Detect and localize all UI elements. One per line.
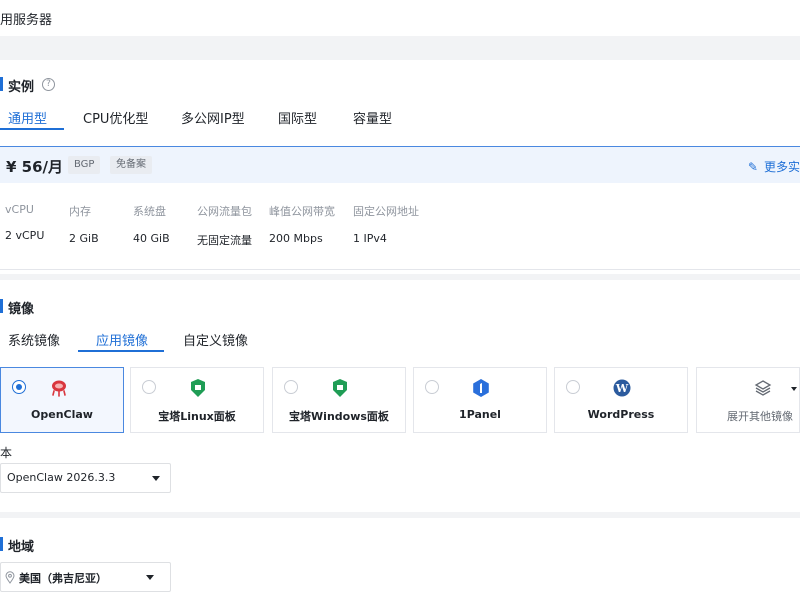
question-circle-icon[interactable]: ? — [42, 78, 55, 91]
spec-label: 系统盘 — [133, 205, 166, 218]
location-pin-icon — [5, 571, 15, 584]
image-section-title: 镜像 — [0, 298, 34, 317]
top-bar: 用服务器 — [0, 0, 800, 36]
spec-value: 40 GiB — [133, 232, 170, 245]
plan-price: ¥ 56/月 — [6, 158, 64, 176]
radio-unselected[interactable] — [284, 380, 298, 394]
image-option-1panel[interactable]: 1Panel — [413, 367, 547, 433]
region-section-title: 地域 — [0, 536, 34, 555]
tab-system-image[interactable]: 系统镜像 — [8, 330, 60, 349]
image-option-name: 宝塔Linux面板 — [158, 410, 236, 423]
instance-section-title: 实例 — [0, 76, 34, 95]
baota-icon — [191, 379, 205, 397]
image-option-name: 宝塔Windows面板 — [289, 410, 389, 423]
active-tab-indicator — [78, 350, 164, 352]
wordpress-icon: W — [613, 379, 631, 397]
spec-value: 无固定流量 — [197, 234, 252, 247]
instance-section: 实例 ? 通用型 CPU优化型 多公网IP型 国际型 容量型 ¥ 56/月 BG… — [0, 60, 800, 274]
chevron-down-icon — [146, 575, 154, 580]
tab-cpu-optimized[interactable]: CPU优化型 — [83, 108, 148, 127]
chevron-down-icon — [791, 387, 797, 391]
image-option-wordpress[interactable]: W WordPress — [554, 367, 688, 433]
spec-label: 内存 — [69, 205, 91, 218]
spec-memory: 内存 2 GiB — [69, 203, 99, 245]
plan-card-header: ¥ 56/月 BGP 免备案 ✎ 更多实 — [0, 147, 800, 183]
spec-label: 峰值公网带宽 — [269, 205, 335, 218]
plan-card[interactable]: ¥ 56/月 BGP 免备案 ✎ 更多实 vCPU 2 vCPU 内存 2 GiB… — [0, 146, 800, 270]
more-link-text: 更多实 — [763, 160, 800, 174]
instance-title-text: 实例 — [8, 80, 35, 95]
version-select-value: OpenClaw 2026.3.3 — [7, 471, 116, 484]
image-option-baota-windows[interactable]: 宝塔Windows面板 — [272, 367, 406, 433]
radio-unselected[interactable] — [566, 380, 580, 394]
tag-bgp: BGP — [68, 156, 101, 174]
spec-vcpu: vCPU 2 vCPU — [5, 203, 44, 242]
more-instances-link[interactable]: ✎ 更多实 — [748, 158, 800, 175]
spec-disk: 系统盘 40 GiB — [133, 203, 170, 245]
region-section: 地域 美国（弗吉尼亚） — [0, 518, 800, 600]
region-title-text: 地域 — [8, 540, 35, 555]
expand-other-images[interactable]: 展开其他镜像 — [696, 367, 800, 433]
image-option-openclaw[interactable]: OpenClaw — [0, 367, 124, 433]
version-label: 本 — [0, 446, 13, 460]
spec-label: 公网流量包 — [197, 205, 252, 218]
spec-public-ip: 固定公网地址 1 IPv4 — [353, 203, 419, 245]
1panel-icon — [473, 379, 489, 397]
version-select[interactable]: OpenClaw 2026.3.3 — [0, 463, 171, 493]
edit-pencil-icon: ✎ — [747, 160, 758, 174]
svg-text:W: W — [615, 382, 629, 395]
tag-no-filing: 免备案 — [110, 156, 152, 174]
instance-tabs: 通用型 CPU优化型 多公网IP型 国际型 容量型 — [0, 108, 800, 138]
spec-value: 2 vCPU — [5, 229, 45, 242]
radio-selected[interactable] — [12, 380, 26, 394]
image-option-name: 展开其他镜像 — [727, 410, 793, 423]
region-select[interactable]: 美国（弗吉尼亚） — [0, 562, 171, 592]
radio-unselected[interactable] — [142, 380, 156, 394]
image-title-text: 镜像 — [8, 302, 35, 317]
image-option-name: OpenClaw — [31, 408, 93, 421]
active-tab-indicator — [0, 128, 64, 130]
image-option-name: WordPress — [587, 408, 655, 421]
image-tabs: 系统镜像 应用镜像 自定义镜像 — [0, 330, 800, 360]
tab-multi-ip[interactable]: 多公网IP型 — [181, 108, 245, 127]
tab-international[interactable]: 国际型 — [278, 108, 317, 127]
chevron-down-icon — [152, 476, 160, 481]
spec-value: 200 Mbps — [269, 232, 323, 245]
radio-unselected[interactable] — [425, 380, 439, 394]
image-option-baota-linux[interactable]: 宝塔Linux面板 — [130, 367, 264, 433]
spec-label: 固定公网地址 — [353, 205, 419, 218]
spec-value: 1 IPv4 — [353, 232, 387, 245]
spec-label: vCPU — [5, 203, 34, 216]
tab-general[interactable]: 通用型 — [8, 108, 47, 127]
page-title: 用服务器 — [0, 13, 53, 28]
spec-bandwidth: 峰值公网带宽 200 Mbps — [269, 203, 335, 245]
baota-icon — [333, 379, 347, 397]
layers-icon — [754, 380, 772, 396]
tab-capacity[interactable]: 容量型 — [353, 108, 392, 127]
image-option-name: 1Panel — [459, 408, 501, 421]
spec-traffic: 公网流量包 无固定流量 — [197, 203, 252, 248]
image-section: 镜像 系统镜像 应用镜像 自定义镜像 OpenClaw 宝塔Linux面板 宝塔… — [0, 280, 800, 512]
tab-app-image[interactable]: 应用镜像 — [96, 330, 148, 349]
region-select-value: 美国（弗吉尼亚） — [19, 572, 107, 585]
spec-value: 2 GiB — [69, 232, 99, 245]
openclaw-icon — [52, 380, 66, 397]
tab-custom-image[interactable]: 自定义镜像 — [183, 330, 248, 349]
